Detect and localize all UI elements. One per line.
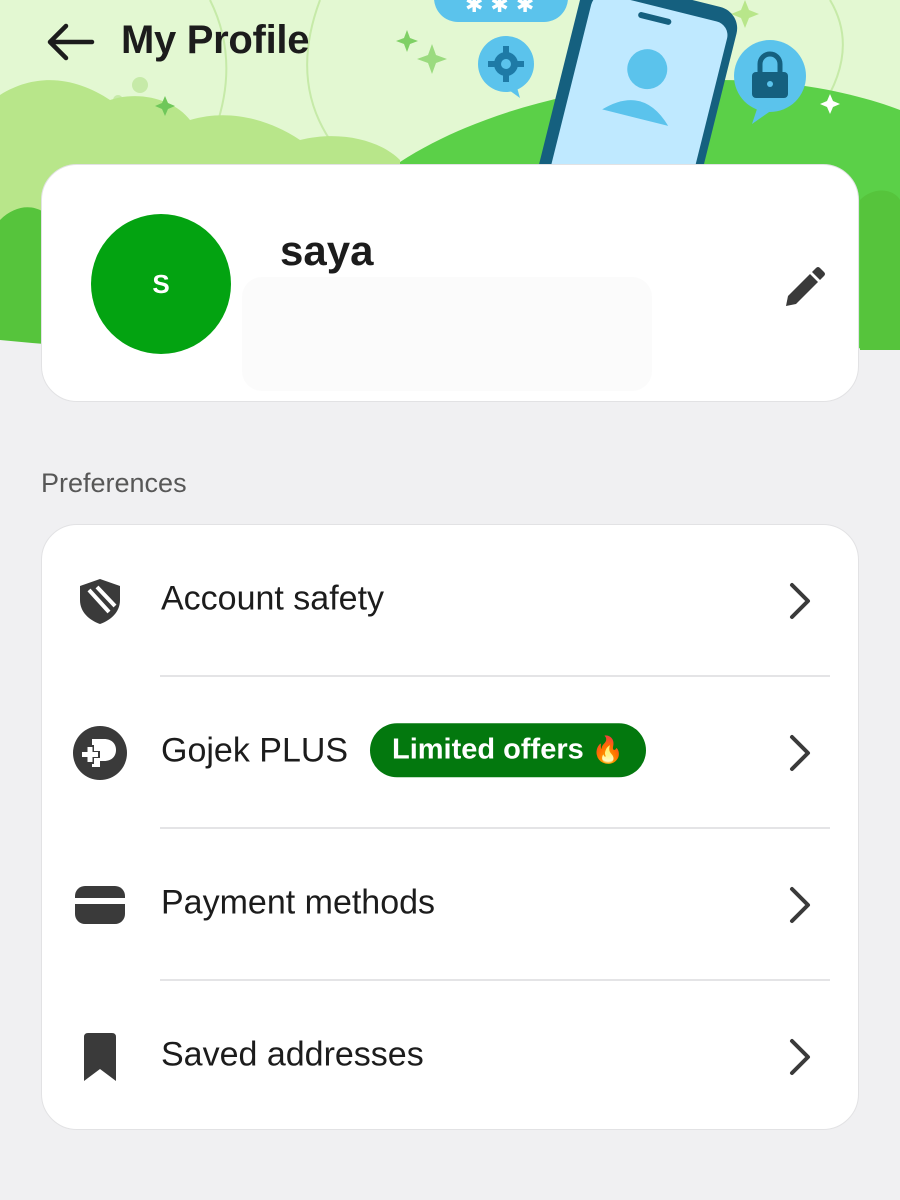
- avatar-initial: S: [152, 268, 170, 299]
- bookmark-icon: [70, 1027, 130, 1087]
- edit-profile-button[interactable]: [775, 261, 831, 317]
- preferences-menu: Account safety Gojek PLUS Limited offers…: [41, 524, 859, 1130]
- chevron-right-icon: [782, 729, 818, 777]
- fire-icon: 🔥: [591, 734, 625, 765]
- menu-item-gojek-plus[interactable]: Gojek PLUS Limited offers 🔥: [42, 677, 858, 828]
- shield-icon: [70, 571, 130, 631]
- avatar: S: [91, 214, 231, 354]
- pencil-icon: [786, 267, 825, 306]
- page-title: My Profile: [121, 18, 310, 62]
- menu-item-account-safety[interactable]: Account safety: [42, 525, 858, 676]
- profile-card[interactable]: S saya: [41, 164, 859, 402]
- preferences-section-title: Preferences: [41, 468, 187, 498]
- menu-item-label: Account safety: [161, 579, 385, 618]
- limited-offers-badge[interactable]: Limited offers 🔥: [370, 722, 647, 777]
- menu-item-label: Saved addresses: [161, 1035, 424, 1074]
- arrow-left-icon: [47, 23, 95, 61]
- profile-name: saya: [280, 227, 374, 274]
- chevron-right-icon: [782, 1033, 818, 1081]
- menu-item-saved-addresses[interactable]: Saved addresses: [42, 981, 858, 1129]
- top-bar: My Profile: [0, 0, 900, 90]
- menu-item-payment-methods[interactable]: Payment methods: [42, 829, 858, 980]
- chevron-right-icon: [782, 881, 818, 929]
- menu-item-label: Payment methods: [161, 883, 436, 922]
- menu-item-label: Gojek PLUS: [161, 731, 349, 770]
- card-icon: [70, 875, 130, 935]
- chevron-right-icon: [782, 577, 818, 625]
- back-button[interactable]: [40, 14, 100, 70]
- gojek-plus-icon: [70, 723, 130, 783]
- profile-details-redacted: [242, 277, 652, 391]
- badge-label: Limited offers: [392, 733, 584, 766]
